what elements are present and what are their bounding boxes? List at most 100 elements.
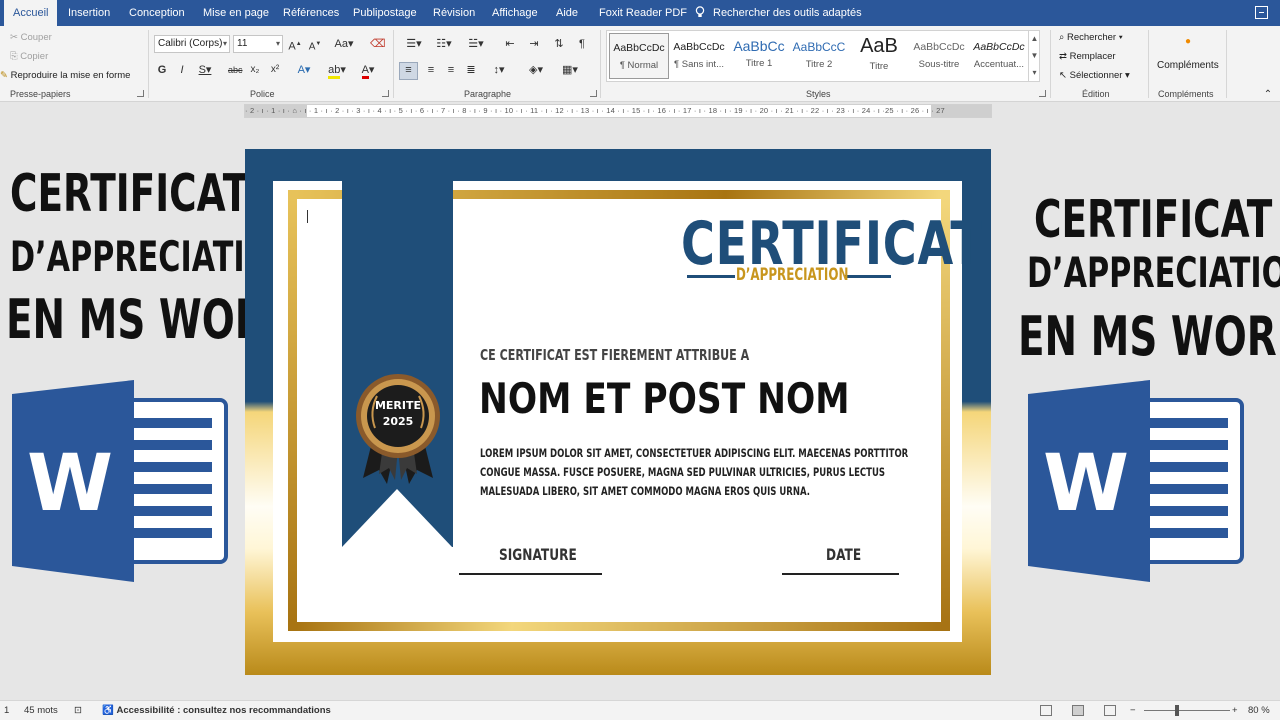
zoom-in-button[interactable]: +: [1232, 701, 1238, 720]
subscript-icon[interactable]: x₂: [248, 63, 262, 77]
style-sample: AaBbCcDc: [913, 41, 965, 53]
justify-icon[interactable]: ≣: [464, 63, 478, 77]
chevron-down-icon[interactable]: ▼: [1029, 47, 1040, 64]
align-left-icon[interactable]: ≡: [399, 62, 418, 80]
align-center-icon[interactable]: ≡: [424, 63, 438, 77]
document-page[interactable]: CERTIFICAT D’APPRECIATION MERITE 2025 CE…: [245, 149, 991, 675]
style-emphasis[interactable]: AaBbCcDc Accentuat...: [969, 33, 1029, 79]
multilevel-list-icon[interactable]: ☱▾: [464, 37, 488, 51]
superscript-icon[interactable]: x²: [268, 63, 282, 77]
font-dialog-launcher[interactable]: [382, 90, 389, 97]
collapse-ribbon-icon[interactable]: ⌃: [1262, 88, 1274, 102]
tell-me-search[interactable]: Rechercher des outils adaptés: [695, 0, 862, 26]
paragraph-dialog-launcher[interactable]: [590, 90, 597, 97]
change-case-icon[interactable]: Aa▾: [332, 37, 356, 51]
signature-line: [459, 573, 602, 575]
style-no-spacing[interactable]: AaBbCcDc ¶ Sans int...: [669, 33, 729, 79]
word-logo-icon: W: [12, 380, 228, 582]
style-heading-1[interactable]: AaBbCc Titre 1: [729, 33, 789, 79]
text-effects-icon[interactable]: A▾: [294, 63, 314, 77]
zoom-slider-track[interactable]: [1144, 710, 1230, 711]
attribution-line: CE CERTIFICAT EST FIEREMENT ATTRIBUE A: [480, 346, 750, 364]
cut-button[interactable]: ✂ Couper: [10, 32, 52, 43]
format-painter-button[interactable]: ✎ Reproduire la mise en forme: [0, 70, 130, 81]
align-right-icon[interactable]: ≡: [444, 63, 458, 77]
styles-dialog-launcher[interactable]: [1039, 90, 1046, 97]
zoom-slider-thumb[interactable]: [1175, 705, 1179, 716]
italic-icon[interactable]: I: [176, 63, 188, 77]
line-spacing-icon[interactable]: ↕▾: [487, 63, 511, 77]
accessibility-status[interactable]: ♿ Accessibilité : consultez nos recomman…: [102, 701, 331, 720]
word-count[interactable]: 45 mots: [24, 701, 58, 720]
clear-formatting-icon[interactable]: ⌫: [370, 37, 386, 51]
grow-font-icon[interactable]: A▲: [288, 37, 302, 54]
sort-icon[interactable]: ⇅: [552, 37, 566, 51]
clipboard-group-label: Presse-papiers: [10, 89, 71, 99]
find-button[interactable]: ⌕ Rechercher ▾: [1059, 32, 1123, 43]
strikethrough-icon[interactable]: abc: [228, 63, 243, 77]
zoom-level[interactable]: 80 %: [1248, 701, 1270, 720]
underline-icon[interactable]: S▾: [196, 63, 214, 77]
clipboard-dialog-launcher[interactable]: [137, 90, 144, 97]
highlight-color-icon[interactable]: ab▾: [324, 63, 350, 79]
horizontal-ruler[interactable]: · 2 · ı · 1 · ı · ⌂ · ı · 1 · ı · 2 · ı …: [244, 104, 992, 118]
medal-text: MERITE 2025: [355, 398, 441, 430]
cursor-icon: ↖: [1059, 70, 1067, 81]
word-logo-letter: W: [27, 439, 113, 529]
addins-button[interactable]: Compléments: [1157, 60, 1219, 71]
shrink-font-icon[interactable]: A▼: [308, 37, 322, 54]
styles-gallery-scroll[interactable]: ▲ ▼ ▾: [1028, 30, 1040, 82]
style-heading-2[interactable]: AaBbCcC Titre 2: [789, 33, 849, 79]
style-subtitle[interactable]: AaBbCcDc Sous-titre: [909, 33, 969, 79]
zoom-out-button[interactable]: −: [1130, 701, 1136, 720]
font-name-dropdown[interactable]: Calibri (Corps): [154, 35, 230, 53]
addins-icon[interactable]: ●: [1180, 35, 1196, 49]
replace-button[interactable]: ⇄ Remplacer: [1059, 51, 1116, 62]
tab-affichage[interactable]: Affichage: [492, 0, 538, 26]
tab-revision[interactable]: Révision: [433, 0, 475, 26]
decrease-indent-icon[interactable]: ⇤: [502, 37, 518, 51]
print-layout-button[interactable]: [1072, 705, 1084, 716]
page-indicator[interactable]: 1: [4, 701, 9, 720]
word-logo-icon: W: [1028, 380, 1244, 582]
copy-button[interactable]: ⎘ Copier: [10, 51, 48, 62]
separator: [1050, 30, 1051, 98]
proofing-icon[interactable]: ⊡: [74, 701, 82, 720]
chevron-up-icon[interactable]: ▲: [1029, 30, 1040, 47]
banner-right-line3: EN MS WORD: [1018, 305, 1280, 368]
medal-line1: MERITE: [374, 399, 422, 412]
heading-underline-right: [845, 275, 891, 278]
web-layout-button[interactable]: [1104, 705, 1116, 716]
paragraph-group-label: Paragraphe: [464, 89, 512, 99]
find-label: Rechercher: [1066, 32, 1117, 43]
ruler-scale: · 2 · ı · 1 · ı · ⌂ · ı · 1 · ı · 2 · ı …: [245, 106, 945, 115]
numbering-icon[interactable]: ☷▾: [432, 37, 456, 51]
font-size-dropdown[interactable]: 11: [233, 35, 283, 53]
tab-mise-en-page[interactable]: Mise en page: [203, 0, 269, 26]
tab-foxit-reader-pdf[interactable]: Foxit Reader PDF: [599, 0, 687, 26]
tab-insertion[interactable]: Insertion: [68, 0, 110, 26]
tab-publipostage[interactable]: Publipostage: [353, 0, 417, 26]
styles-group-label: Styles: [806, 89, 831, 99]
style-name: Titre: [869, 61, 889, 72]
ribbon-display-options-button[interactable]: [1255, 6, 1268, 19]
more-styles-icon[interactable]: ▾: [1029, 64, 1040, 81]
style-sample: AaBbCcDc: [973, 41, 1025, 53]
tab-accueil[interactable]: Accueil: [4, 0, 58, 26]
bullets-icon[interactable]: ☰▾: [402, 37, 426, 51]
bold-icon[interactable]: G: [156, 63, 168, 77]
increase-indent-icon[interactable]: ⇥: [526, 37, 542, 51]
select-button[interactable]: ↖ Sélectionner ▾: [1059, 70, 1130, 81]
read-mode-button[interactable]: [1040, 705, 1052, 716]
style-normal[interactable]: AaBbCcDc ¶ Normal: [609, 33, 669, 79]
shading-icon[interactable]: ◈▾: [524, 63, 548, 77]
separator: [148, 30, 149, 98]
borders-icon[interactable]: ▦▾: [558, 63, 582, 77]
tab-conception[interactable]: Conception: [129, 0, 185, 26]
show-marks-icon[interactable]: ¶: [575, 37, 589, 51]
style-title[interactable]: AaB Titre: [849, 33, 909, 79]
font-color-icon[interactable]: A▾: [356, 63, 380, 79]
tab-references[interactable]: Références: [283, 0, 339, 26]
tell-me-label: Rechercher des outils adaptés: [713, 7, 862, 19]
tab-aide[interactable]: Aide: [556, 0, 578, 26]
